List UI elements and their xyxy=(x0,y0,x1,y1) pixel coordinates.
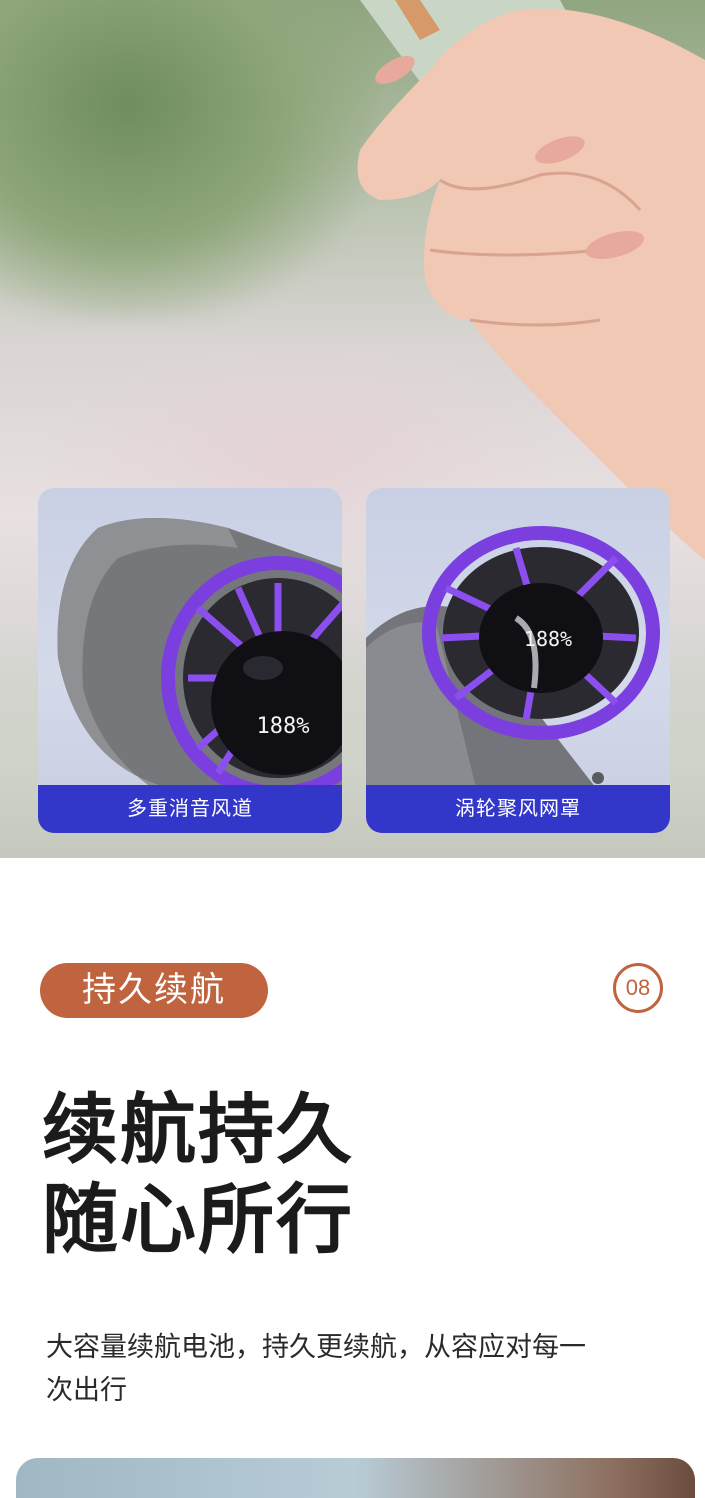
battery-display-readout: 188% xyxy=(257,714,310,739)
headline-line-1: 续航持久 xyxy=(42,1088,354,1173)
feature-caption: 涡轮聚风网罩 xyxy=(366,785,670,833)
feature-card-silent-airway: 188% 多重消音风道 xyxy=(38,488,342,833)
feature-caption: 多重消音风道 xyxy=(38,785,342,833)
fan-closeup-side-image: 188% xyxy=(57,518,342,800)
headline-line-2: 随心所行 xyxy=(42,1178,354,1263)
battery-display-readout: 188% xyxy=(524,627,572,651)
section-number-badge: 08 xyxy=(613,963,663,1013)
product-page: 188% 多重消音风道 188% 涡轮聚风网罩 持久续航 08 续航持久 随心所… xyxy=(0,0,705,1498)
feature-card-turbo-mesh: 188% 涡轮聚风网罩 xyxy=(366,488,670,833)
fan-closeup-front-image: 188% xyxy=(366,526,660,788)
section-description: 大容量续航电池，持久更续航，从容应对每一次出行 xyxy=(46,1332,586,1405)
next-section-image-preview xyxy=(16,1458,695,1498)
hero-photo: 188% 多重消音风道 188% 涡轮聚风网罩 xyxy=(0,0,705,858)
section-tag: 持久续航 xyxy=(40,963,268,1018)
